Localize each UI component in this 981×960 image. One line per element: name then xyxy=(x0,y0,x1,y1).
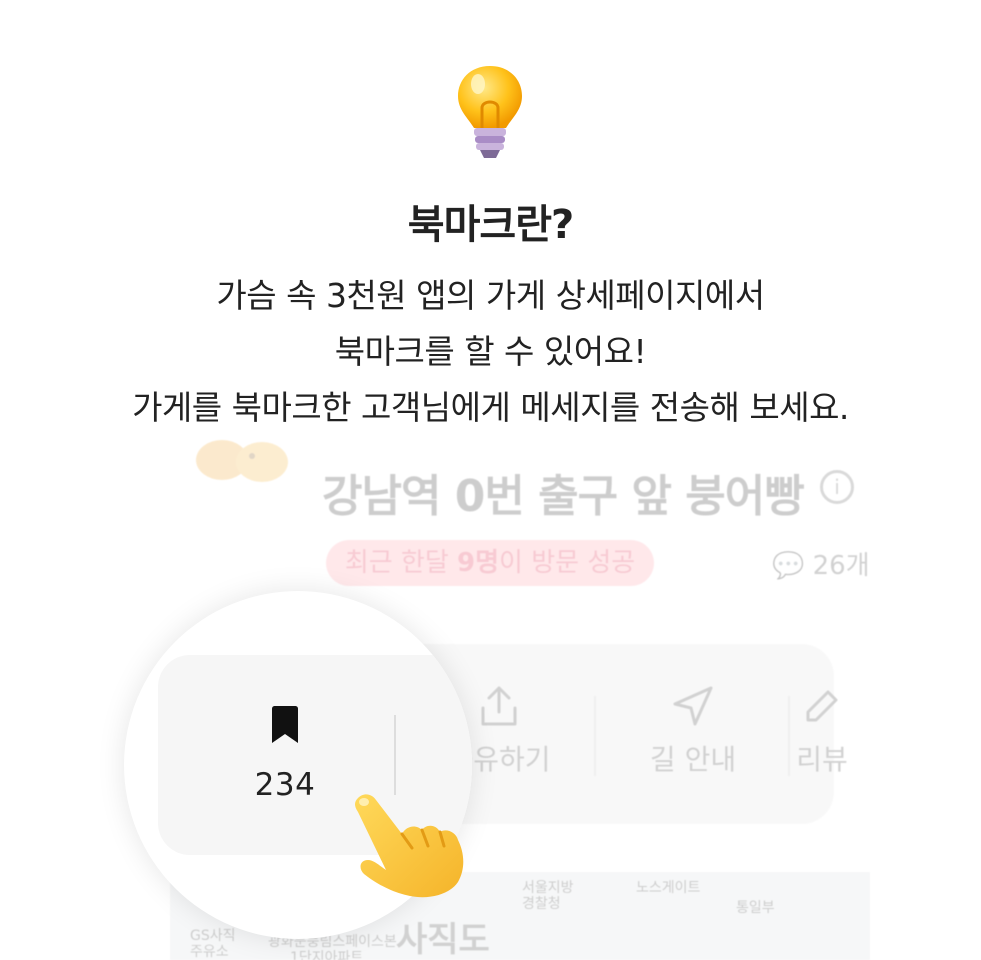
store-name: 강남역 0번 출구 앞 붕어빵 xyxy=(322,471,805,522)
map-label-district: 사직도 xyxy=(396,920,490,960)
action-divider xyxy=(788,696,790,776)
action-divider xyxy=(394,715,396,795)
bookmark-button[interactable]: 234 xyxy=(200,691,370,811)
review-count[interactable]: 💬 26개 xyxy=(772,545,870,582)
pointing-hand-icon xyxy=(355,794,464,898)
map-label-gas-station: GS사직 주유소 xyxy=(190,928,236,960)
review-icon xyxy=(806,690,838,722)
map-label-ministry: 통일부 xyxy=(736,900,775,916)
modal-description: 가슴 속 3천원 앱의 가게 상세페이지에서 북마크를 할 수 있어요! 가게를… xyxy=(0,268,981,436)
info-icon[interactable]: i xyxy=(820,470,854,504)
fish-bread-icon xyxy=(196,440,288,482)
action-divider xyxy=(594,696,596,776)
description-line: 가슴 속 3천원 앱의 가게 상세페이지에서 xyxy=(216,276,765,315)
speech-bubble-icon: 💬 xyxy=(772,551,805,581)
visit-badge: 최근 한달 9명이 방문 성공 xyxy=(326,540,654,586)
review-label: 리뷰 xyxy=(796,743,848,776)
description-line: 가게를 북마크한 고객님에게 메세지를 전송해 보세요. xyxy=(132,388,849,427)
map-label-apartment: 1단지아파트 xyxy=(290,950,364,960)
visit-badge-count: 9명 xyxy=(457,548,500,578)
lightbulb-icon xyxy=(458,66,522,158)
review-button[interactable]: 리뷰 xyxy=(792,684,852,778)
map-label-police: 서울지방 경찰청 xyxy=(522,880,574,912)
share-icon xyxy=(481,686,517,726)
bookmark-info-screen: 강남역 0번 출구 앞 붕어빵 i 최근 한달 9명이 방문 성공 💬 26개 … xyxy=(0,0,981,960)
review-count-label: 26개 xyxy=(812,551,870,581)
navigation-icon xyxy=(673,686,713,726)
bookmark-icon xyxy=(272,706,298,743)
modal-title: 북마크란? xyxy=(407,202,574,248)
navigation-label: 길 안내 xyxy=(649,743,737,776)
bookmark-count: 234 xyxy=(254,767,316,803)
map-label-gate: 노스게이트 xyxy=(636,880,701,896)
visit-badge-suffix: 이 방문 성공 xyxy=(499,548,636,578)
visit-badge-prefix: 최근 한달 xyxy=(344,548,458,578)
navigation-button[interactable]: 길 안내 xyxy=(598,684,788,778)
description-line: 북마크를 할 수 있어요! xyxy=(334,332,647,371)
